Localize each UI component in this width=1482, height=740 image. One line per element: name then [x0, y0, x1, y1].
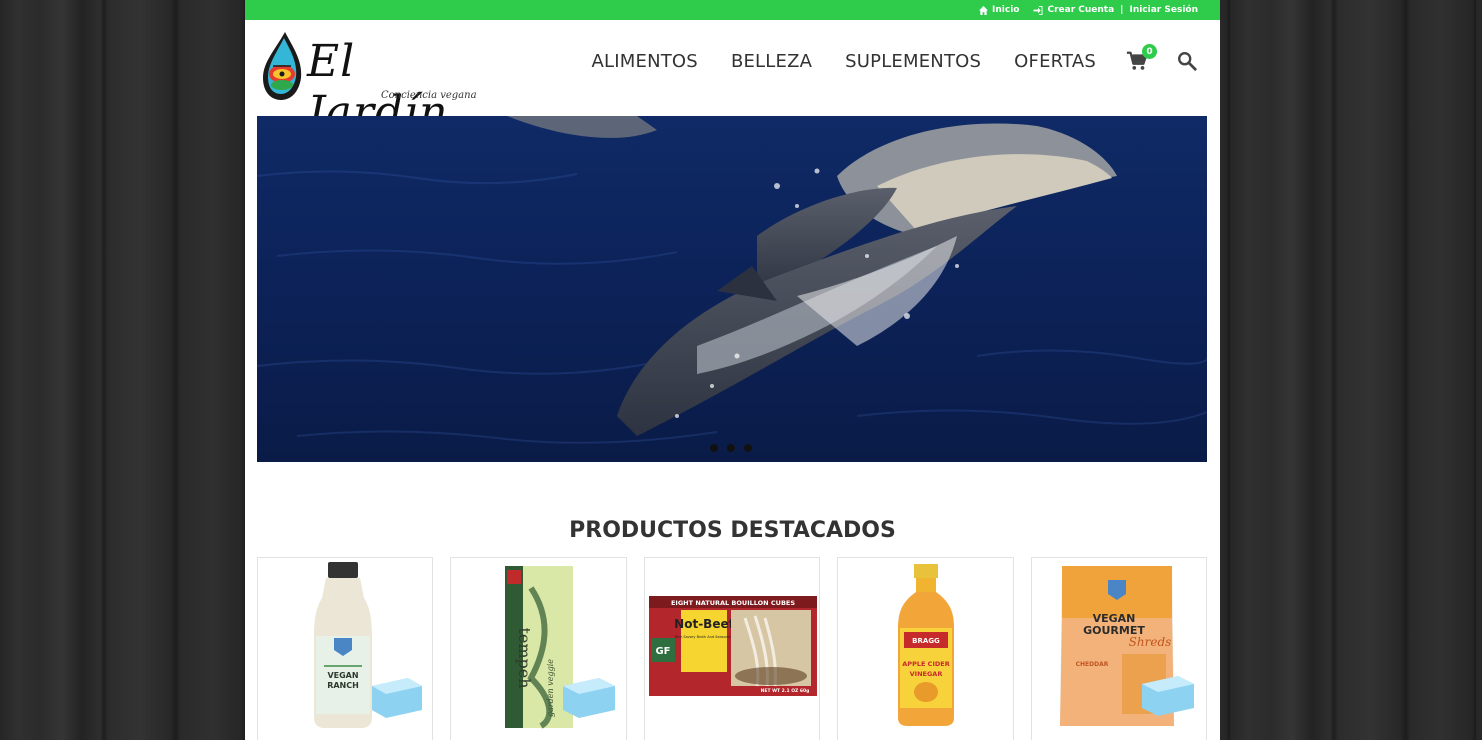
product-card-not-beef[interactable]: EIGHT NATURAL BOUILLON CUBES Not-Beef Ri… [643, 557, 821, 740]
home-link-label: Inicio [992, 5, 1020, 15]
nav-item-suplementos[interactable]: SUPLEMENTOS [845, 51, 981, 72]
product-label-line1: BRAGG [912, 637, 940, 645]
tempeh-image: tempeh garden veggie [505, 566, 616, 729]
product-label-line1: EIGHT NATURAL BOUILLON CUBES [671, 599, 795, 607]
nav-item-alimentos[interactable]: ALIMENTOS [592, 51, 698, 72]
product-label-line4: GF [655, 646, 670, 657]
vegan-gourmet-shreds-image: VEGAN GOURMET Shreds CHEDDAR [1059, 566, 1194, 726]
product-label-line1: VEGAN [327, 671, 358, 680]
brand-tagline: Conciencia vegana [381, 90, 477, 101]
slider-dot-2[interactable] [727, 444, 735, 452]
dolphins-image [257, 116, 1207, 462]
product-label-line2: APPLE CIDER [903, 660, 950, 668]
product-card-tempeh[interactable]: tempeh garden veggie [450, 557, 627, 740]
site-logo[interactable]: El Jardín Conciencia vegana [261, 28, 501, 138]
product-card-vegan-ranch[interactable]: VEGAN RANCH [257, 557, 434, 740]
site-header: El Jardín Conciencia vegana ALIMENTOS BE… [245, 20, 1220, 138]
top-bar: Inicio Crear Cuenta | Iniciar Sesión [245, 0, 1220, 20]
product-label-line4: CHEDDAR [1075, 661, 1108, 668]
main-nav: ALIMENTOS BELLEZA SUPLEMENTOS OFERTAS 0 [592, 44, 1198, 72]
product-label-line3: Shreds [1128, 635, 1171, 649]
featured-products-list: VEGAN RANCH tempeh garden veggie EIGHT N… [257, 557, 1208, 740]
sign-in-icon [1033, 5, 1043, 15]
nav-item-belleza[interactable]: BELLEZA [731, 51, 812, 72]
create-account-link[interactable]: Crear Cuenta [1047, 5, 1114, 15]
home-link[interactable]: Inicio [979, 5, 1019, 15]
slider-dot-3[interactable] [744, 444, 752, 452]
drop-mandala-icon [263, 32, 302, 100]
product-label-line2: Not-Beef [674, 617, 734, 631]
login-link[interactable]: Iniciar Sesión [1129, 5, 1198, 15]
search-button[interactable] [1176, 50, 1198, 72]
product-label-line3: VINEGAR [910, 670, 943, 678]
hero-slider[interactable] [257, 116, 1207, 462]
featured-products-title: PRODUCTOS DESTACADOS [569, 518, 896, 543]
slider-dot-1[interactable] [710, 444, 718, 452]
product-card-vegan-gourmet-shreds[interactable]: VEGAN GOURMET Shreds CHEDDAR [1030, 557, 1208, 740]
bragg-vinegar-image: BRAGG APPLE CIDER VINEGAR [898, 564, 955, 726]
not-beef-image: EIGHT NATURAL BOUILLON CUBES Not-Beef Ri… [648, 596, 817, 696]
nav-item-ofertas[interactable]: OFERTAS [1014, 51, 1096, 72]
page-container: Inicio Crear Cuenta | Iniciar Sesión El … [245, 0, 1220, 740]
slider-dots [710, 444, 752, 452]
account-links: Crear Cuenta | Iniciar Sesión [1033, 5, 1198, 15]
product-label-line5: NET WT 2.1 OZ 60g [760, 688, 809, 694]
product-label-line2: RANCH [327, 681, 359, 690]
product-label-line3: Rich Savory Broth And Seasoning [675, 635, 734, 639]
cart-count-badge: 0 [1142, 44, 1157, 59]
home-icon [979, 5, 989, 15]
topbar-separator: | [1120, 5, 1124, 15]
cart-button[interactable]: 0 [1126, 44, 1157, 72]
vegan-ranch-image: VEGAN RANCH [314, 562, 422, 728]
product-card-bragg-vinegar[interactable]: BRAGG APPLE CIDER VINEGAR [837, 557, 1014, 740]
search-icon [1178, 52, 1197, 71]
